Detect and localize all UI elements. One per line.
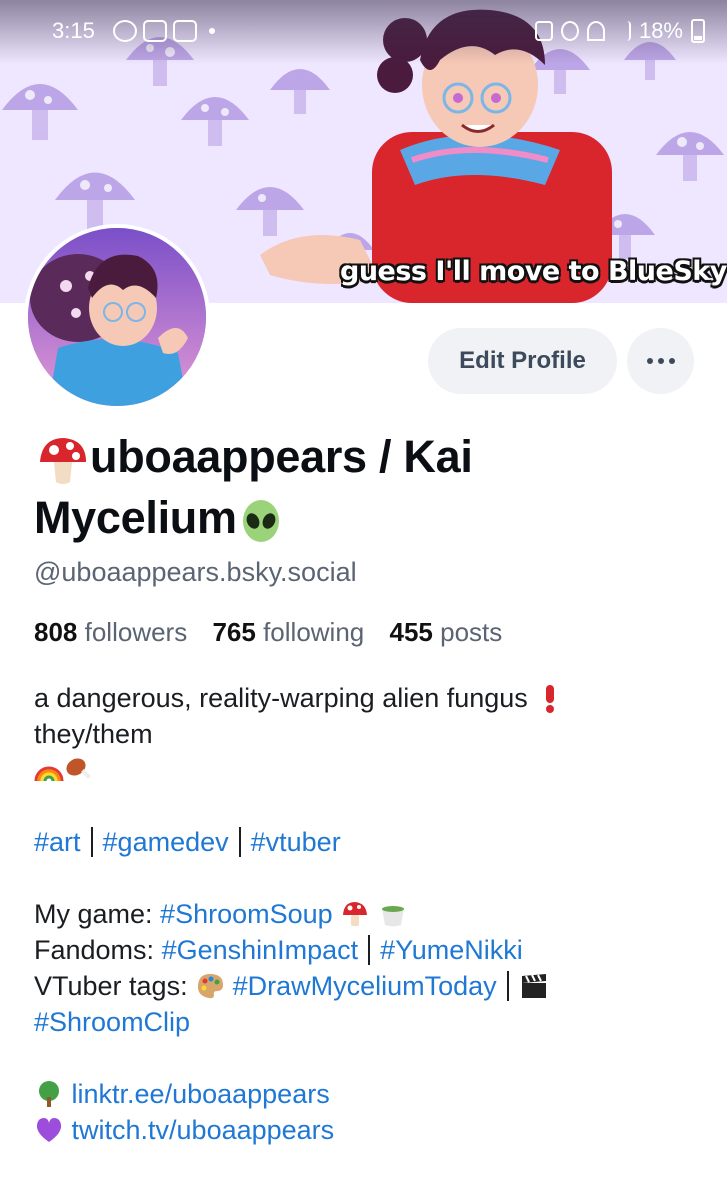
avatar[interactable] xyxy=(24,224,210,410)
status-time: 3:15 xyxy=(52,18,95,43)
profile-stats: 808 followers 765 following 455 posts xyxy=(34,617,502,648)
bio-link-line: twitch.tv/uboaappears xyxy=(34,1112,704,1148)
hashtag-link[interactable]: #YumeNikki xyxy=(380,935,523,965)
bio-emoji-line xyxy=(34,752,704,788)
display-name-line2: Mycelium xyxy=(34,492,237,544)
rainbow-icon xyxy=(34,766,64,782)
mushroom-icon xyxy=(40,438,86,485)
message-icon xyxy=(173,20,197,42)
followers-stat[interactable]: 808 followers xyxy=(34,617,187,647)
hashtag-link[interactable]: #GenshinImpact xyxy=(162,935,359,965)
system-icons: 18% xyxy=(534,18,705,44)
hashtag-link[interactable]: #art xyxy=(34,827,81,857)
sync-icon xyxy=(113,20,137,42)
profile-handle: @uboaappears.bsky.social xyxy=(34,557,357,587)
status-bar: 3:15 18% xyxy=(0,0,727,64)
hashtag-link[interactable]: #ShroomSoup xyxy=(160,899,333,929)
following-stat[interactable]: 765 following xyxy=(212,617,364,647)
posts-stat: 455 posts xyxy=(389,617,503,647)
twitch-link[interactable]: twitch.tv/uboaappears xyxy=(72,1115,335,1145)
hashtag-link[interactable]: #ShroomClip xyxy=(34,1007,190,1037)
banner-caption: guess I'll move to BlueSky xyxy=(340,256,727,287)
profile-bio: a dangerous, reality-warping alien fungu… xyxy=(34,680,704,1148)
edit-profile-button[interactable]: Edit Profile xyxy=(428,328,617,394)
bio-pronouns: they/them xyxy=(34,719,153,749)
clapper-board-icon xyxy=(521,974,546,998)
bio-vtuber-line-2: #ShroomClip xyxy=(34,1004,704,1040)
bio-vtuber-line: VTuber tags: #DrawMyceliumToday xyxy=(34,968,704,1004)
display-name: uboaappears / Kai Mycelium xyxy=(34,427,694,548)
linktree-link[interactable]: linktr.ee/uboaappears xyxy=(72,1079,330,1109)
purple-heart-icon xyxy=(36,1118,62,1142)
hashtag-link[interactable]: #DrawMyceliumToday xyxy=(233,971,497,1001)
hashtag-link[interactable]: #gamedev xyxy=(103,827,229,857)
battery-percent: 18% xyxy=(638,18,683,43)
display-name-line1: uboaappears / Kai xyxy=(90,431,473,482)
artist-palette-icon xyxy=(198,974,224,999)
exclamation-icon xyxy=(546,685,555,713)
mushroom-icon xyxy=(343,902,368,926)
bio-line: a dangerous, reality-warping alien fungu… xyxy=(34,680,704,716)
ellipsis-icon xyxy=(646,358,675,364)
hashtag-link[interactable]: #vtuber xyxy=(251,827,341,857)
bio-link-line: linktr.ee/uboaappears xyxy=(34,1076,704,1112)
alien-icon xyxy=(242,500,279,543)
bio-tags-line: #art #gamedev #vtuber xyxy=(34,824,704,860)
voicemail-icon xyxy=(143,20,167,42)
bio-fandoms-line: Fandoms: #GenshinImpact #YumeNikki xyxy=(34,935,523,965)
tea-cup-icon xyxy=(381,906,404,927)
tree-icon xyxy=(39,1081,59,1107)
recycle-icon xyxy=(534,21,553,41)
meat-on-bone-icon xyxy=(66,758,91,779)
wifi-icon xyxy=(586,21,605,41)
notification-icons xyxy=(113,20,215,42)
more-options-button[interactable] xyxy=(627,328,694,394)
more-notifications-dot-icon xyxy=(209,28,215,34)
bio-game-line: My game: #ShroomSoup xyxy=(34,896,704,932)
battery-icon xyxy=(691,19,705,43)
alarm-icon xyxy=(560,21,579,41)
avatar-artwork xyxy=(28,228,206,406)
signal-icon xyxy=(613,21,631,41)
